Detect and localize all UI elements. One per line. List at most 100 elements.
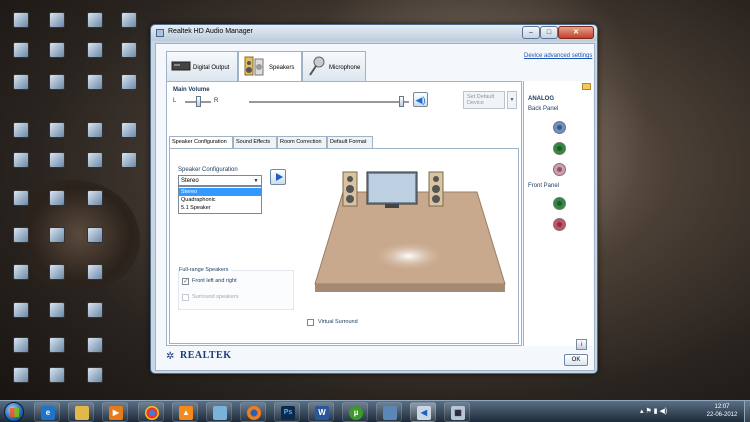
app-icon <box>49 74 65 90</box>
analog-panel: ANALOG Back Panel Front Panel <box>523 81 593 346</box>
app-icon <box>49 264 65 280</box>
app-icon <box>13 302 29 318</box>
front-jack-pink[interactable] <box>553 218 566 231</box>
virtual-surround-checkbox[interactable] <box>307 319 314 326</box>
app-icon <box>87 264 103 280</box>
desktop-icon[interactable] <box>2 150 40 188</box>
start-button[interactable] <box>4 402 24 422</box>
desktop-icon[interactable] <box>2 225 40 263</box>
back-jack-blue[interactable] <box>553 121 566 134</box>
taskbar-media-player[interactable]: ▶ <box>102 402 128 422</box>
desktop-icon[interactable] <box>38 150 76 188</box>
taskbar-chrome[interactable] <box>138 402 164 422</box>
desktop-icon[interactable] <box>76 150 114 188</box>
system-tray: ▴ ⚑ ▮ ◀) 12:07 22-06-2012 <box>640 401 750 422</box>
front-jack-green[interactable] <box>553 197 566 210</box>
taskbar-app[interactable] <box>206 402 232 422</box>
taskbar-ie[interactable]: e <box>34 402 60 422</box>
clock[interactable]: 12:07 22-06-2012 <box>702 403 742 419</box>
balance-slider-thumb[interactable] <box>196 96 201 107</box>
desktop-icon[interactable] <box>38 300 76 338</box>
taskbar-utorrent[interactable]: µ <box>342 402 368 422</box>
taskbar-word[interactable]: W <box>308 402 334 422</box>
surround-speakers-checkbox[interactable] <box>182 294 189 301</box>
word-icon: W <box>315 406 329 420</box>
tab-digital-output[interactable]: Digital Output <box>166 51 238 81</box>
desktop-icon[interactable] <box>38 225 76 263</box>
show-desktop-button[interactable] <box>744 401 750 422</box>
folder-icon[interactable] <box>582 83 591 90</box>
device-advanced-settings-link[interactable]: Device advanced settings <box>524 53 594 60</box>
front-panel-label: Front Panel <box>528 183 560 189</box>
play-test-button[interactable] <box>270 169 286 185</box>
minimize-button[interactable]: – <box>522 26 540 39</box>
app-icon <box>13 42 29 58</box>
television-icon <box>366 171 418 208</box>
left-speaker-icon <box>342 171 358 207</box>
desktop-icon[interactable] <box>76 300 114 338</box>
desktop-icon[interactable] <box>2 72 40 110</box>
selected-configuration: Stereo <box>181 178 199 184</box>
desktop-icon[interactable] <box>76 188 114 226</box>
title-bar[interactable]: Realtek HD Audio Manager – □ ✕ <box>151 25 597 41</box>
window-title: Realtek HD Audio Manager <box>168 28 253 35</box>
back-jack-green[interactable] <box>553 142 566 155</box>
taskbar-calculator[interactable]: ▦ <box>444 402 470 422</box>
front-left-right-checkbox[interactable] <box>182 277 189 285</box>
app-icon <box>121 152 137 168</box>
taskbar-photoshop[interactable]: Ps <box>274 402 300 422</box>
tab-room-correction[interactable]: Room Correction <box>277 136 327 148</box>
set-default-dropdown[interactable]: ▼ <box>507 91 517 109</box>
taskbar: e ▶ ▲ Ps W µ ◀ ▦ ▴ ⚑ ▮ ◀) 12:07 22-06-20… <box>0 400 750 422</box>
app-icon <box>87 190 103 206</box>
desktop-icon[interactable] <box>2 188 40 226</box>
option-5-1-speaker[interactable]: 5.1 Speaker <box>179 204 261 212</box>
tab-microphone[interactable]: Microphone <box>302 51 366 81</box>
ok-button[interactable]: OK <box>564 354 588 366</box>
option-quadraphonic[interactable]: Quadraphonic <box>179 196 261 204</box>
maximize-button[interactable]: □ <box>540 26 558 39</box>
desktop-icon[interactable] <box>2 365 40 403</box>
desktop-icon[interactable] <box>38 72 76 110</box>
tab-label: Digital Output <box>193 65 230 71</box>
desktop-icon[interactable] <box>76 365 114 403</box>
digital-output-icon <box>171 61 191 71</box>
taskbar-network[interactable] <box>376 402 402 422</box>
volume-slider-thumb[interactable] <box>399 96 404 107</box>
virtual-surround-label: Virtual Surround <box>318 319 358 325</box>
desktop-icon[interactable] <box>2 262 40 300</box>
app-icon <box>87 337 103 353</box>
desktop-icon[interactable] <box>38 365 76 403</box>
info-button[interactable]: i <box>576 339 587 350</box>
app-icon <box>49 190 65 206</box>
tab-speakers[interactable]: Speakers <box>238 51 302 82</box>
desktop-icon[interactable] <box>76 262 114 300</box>
desktop-icon[interactable] <box>76 72 114 110</box>
desktop-icon[interactable] <box>2 300 40 338</box>
balance-left-label: L <box>173 98 177 104</box>
taskbar-explorer[interactable] <box>68 402 94 422</box>
set-default-device-button[interactable]: Set Default Device <box>463 91 505 109</box>
desktop-icon[interactable] <box>110 150 148 188</box>
taskbar-vlc[interactable]: ▲ <box>172 402 198 422</box>
back-jack-pink[interactable] <box>553 163 566 176</box>
taskbar-firefox[interactable] <box>240 402 266 422</box>
desktop-icon[interactable] <box>76 225 114 263</box>
desktop-icon[interactable] <box>38 188 76 226</box>
option-stereo[interactable]: Stereo <box>179 188 261 196</box>
mute-button[interactable]: ◀) <box>413 92 428 107</box>
desktop-icon[interactable] <box>110 72 148 110</box>
app-icon <box>87 74 103 90</box>
speaker-configuration-select[interactable]: Stereo ▼ <box>178 175 262 186</box>
tray-icons[interactable]: ▴ ⚑ ▮ ◀) <box>640 407 667 415</box>
tab-sound-effects[interactable]: Sound Effects <box>233 136 277 148</box>
speakers-icon <box>244 56 264 76</box>
close-button[interactable]: ✕ <box>558 26 594 39</box>
taskbar-realtek-active[interactable]: ◀ <box>410 402 436 422</box>
volume-slider-track[interactable] <box>249 101 409 103</box>
chrome-icon <box>145 406 159 420</box>
app-icon <box>213 406 227 420</box>
tab-default-format[interactable]: Default Format <box>327 136 373 148</box>
chevron-down-icon: ▼ <box>509 97 515 103</box>
desktop-icon[interactable] <box>38 262 76 300</box>
